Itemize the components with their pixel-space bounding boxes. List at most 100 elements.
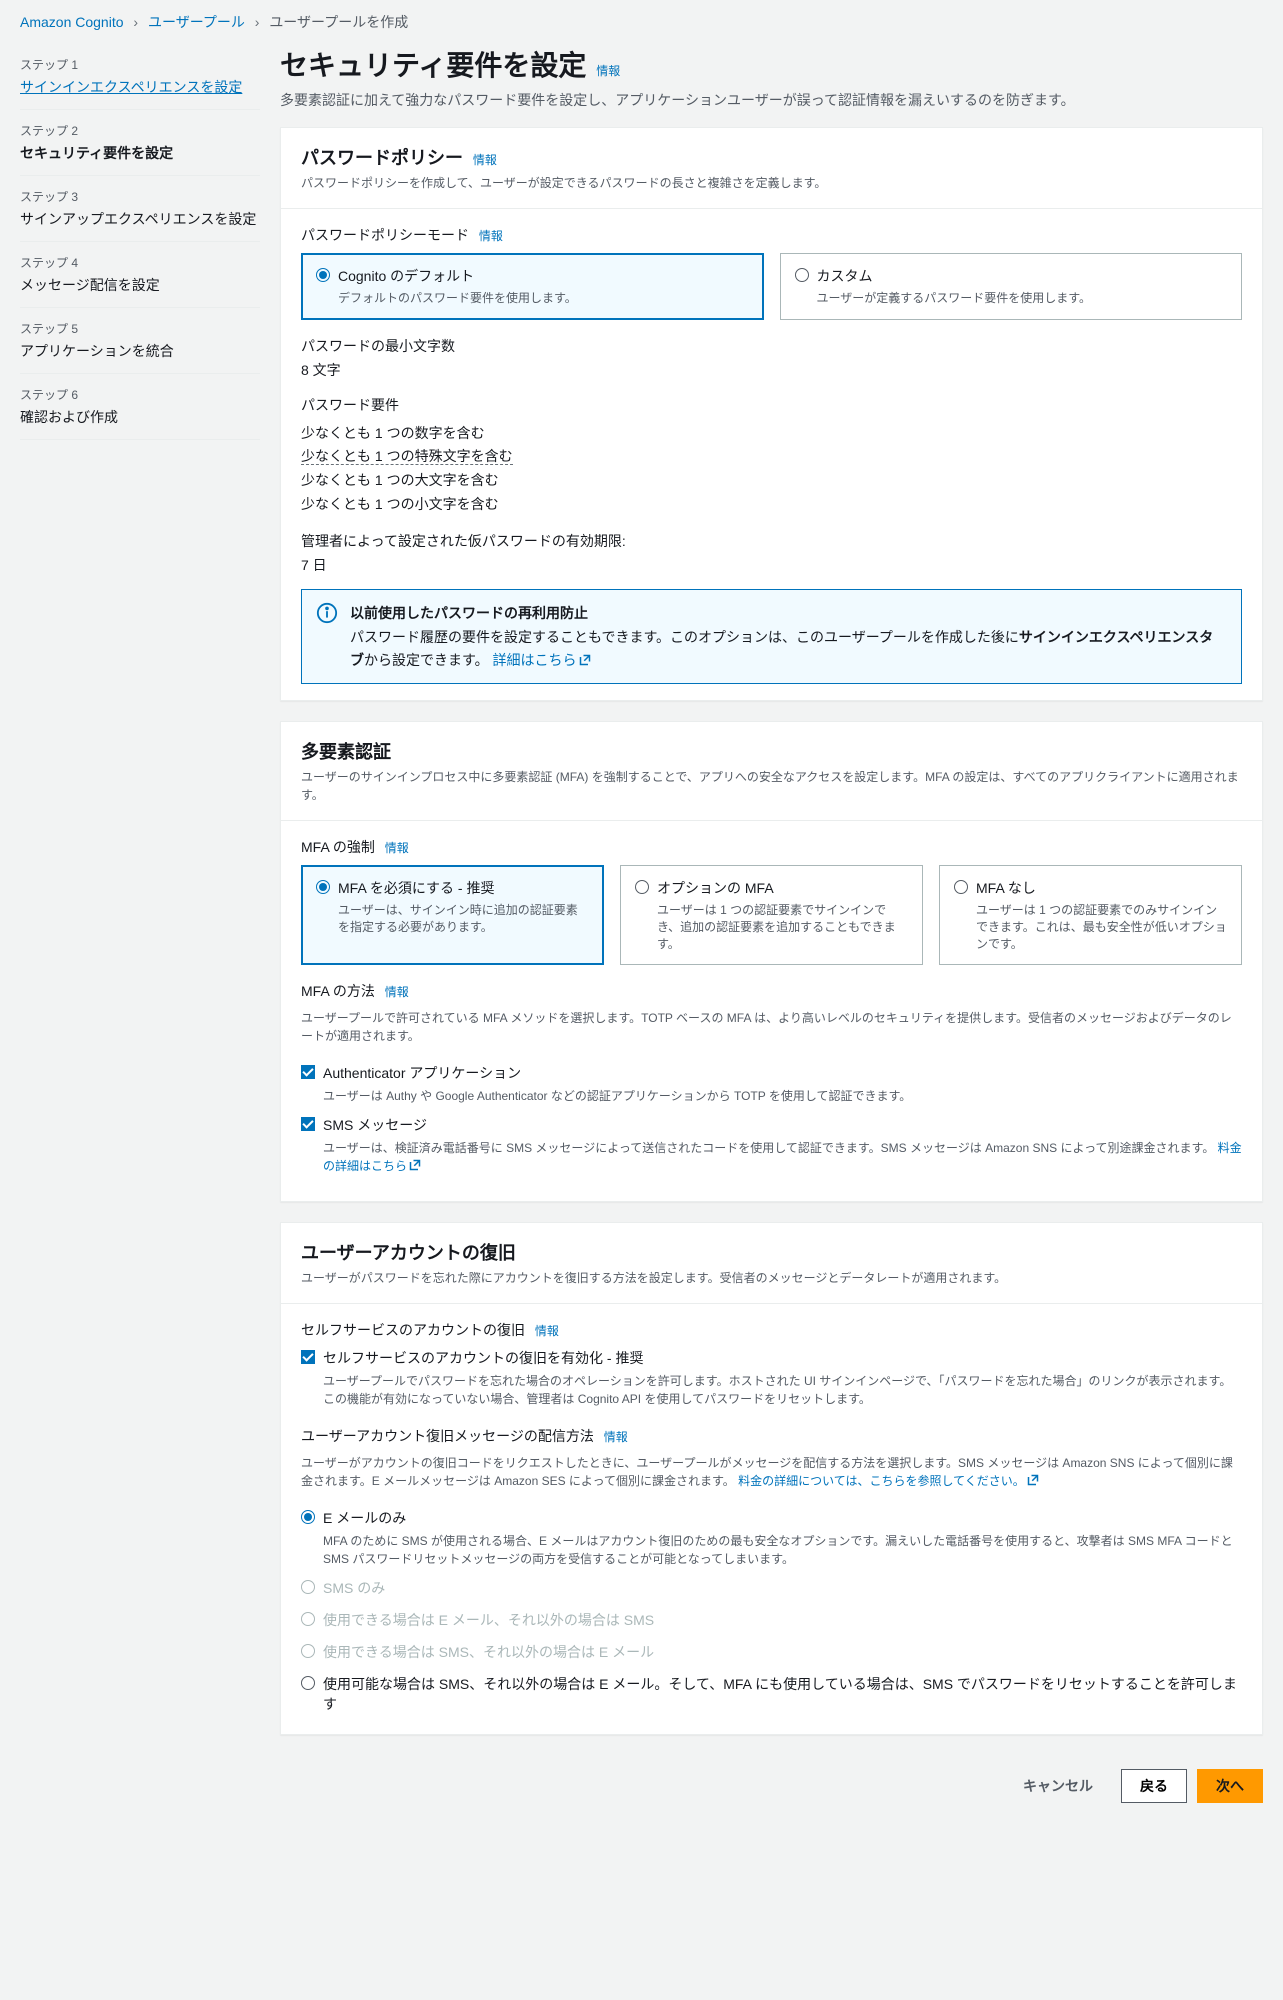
tile-description: ユーザーが定義するパスワード要件を使用します。 — [817, 290, 1228, 307]
page-description: 多要素認証に加えて強力なパスワード要件を設定し、アプリケーションユーザーが誤って… — [280, 90, 1263, 111]
panel-title: パスワードポリシー — [301, 148, 463, 168]
tile-description: ユーザーは、サインイン時に追加の認証要素を指定する必要があります。 — [338, 902, 589, 936]
step-title: セキュリティ要件を設定 — [20, 143, 260, 163]
tile-title: MFA なし — [976, 878, 1036, 898]
sms-checkbox[interactable] — [301, 1117, 315, 1131]
breadcrumb-current: ユーザープールを作成 — [269, 14, 408, 30]
checkbox-description: ユーザーは、検証済み電話番号に SMS メッセージによって送信されたコードを使用… — [323, 1139, 1242, 1175]
radio-label: SMS のみ — [323, 1578, 385, 1598]
min-length-label: パスワードの最小文字数 — [301, 336, 1242, 356]
field-label: パスワードポリシーモード — [301, 227, 469, 243]
field-description: ユーザーがアカウントの復旧コードをリクエストしたときに、ユーザープールがメッセー… — [301, 1454, 1242, 1490]
tile-description: ユーザーは 1 つの認証要素でサインインでき、追加の認証要素を追加することもでき… — [657, 902, 908, 952]
requirement-item: 少なくとも 1 つの数字を含む — [301, 422, 1242, 446]
radio-description: MFA のために SMS が使用される場合、E メールはアカウント復旧のための最… — [323, 1532, 1242, 1568]
min-length-value: 8 文字 — [301, 360, 1242, 380]
info-link[interactable]: 情報 — [596, 64, 620, 78]
step-title: 確認および作成 — [20, 407, 260, 427]
password-policy-panel: パスワードポリシー 情報 パスワードポリシーを作成して、ユーザーが設定できるパス… — [280, 127, 1263, 701]
step-number: ステップ 6 — [20, 386, 260, 403]
wizard-step-2: ステップ 2 セキュリティ要件を設定 — [20, 110, 260, 176]
recovery-sms-then-email-radio — [301, 1644, 315, 1658]
recovery-email-only-radio[interactable] — [301, 1510, 315, 1524]
mfa-optional-tile[interactable]: オプションの MFA ユーザーは 1 つの認証要素でサインインでき、追加の認証要… — [620, 865, 923, 965]
chevron-right-icon: › — [133, 14, 138, 30]
breadcrumb-link-userpools[interactable]: ユーザープール — [148, 14, 245, 30]
info-icon — [316, 602, 338, 624]
next-button[interactable]: 次へ — [1197, 1769, 1263, 1803]
wizard-step-1[interactable]: ステップ 1 サインインエクスペリエンスを設定 — [20, 44, 260, 110]
step-number: ステップ 3 — [20, 188, 260, 205]
recovery-sms-only-radio — [301, 1580, 315, 1594]
requirement-item: 少なくとも 1 つの特殊文字を含む — [301, 445, 1242, 469]
field-description: ユーザープールで許可されている MFA メソッドを選択します。TOTP ベースの… — [301, 1009, 1242, 1045]
mfa-none-tile[interactable]: MFA なし ユーザーは 1 つの認証要素でのみサインインできます。これは、最も… — [939, 865, 1242, 965]
field-label: ユーザーアカウント復旧メッセージの配信方法 — [301, 1428, 594, 1444]
radio-icon — [316, 268, 330, 282]
cancel-button[interactable]: キャンセル — [1005, 1770, 1111, 1802]
field-label: MFA の方法 — [301, 983, 375, 999]
radio-icon — [635, 880, 649, 894]
radio-icon — [954, 880, 968, 894]
radio-icon — [316, 880, 330, 894]
temp-password-value: 7 日 — [301, 555, 1242, 575]
recovery-sms-allow-mfa-radio[interactable] — [301, 1676, 315, 1690]
info-link[interactable]: 情報 — [473, 153, 497, 167]
wizard-step-4[interactable]: ステップ 4 メッセージ配信を設定 — [20, 242, 260, 308]
info-link[interactable]: 情報 — [535, 1324, 559, 1338]
step-title-link[interactable]: サインインエクスペリエンスを設定 — [20, 79, 242, 95]
requirements-label: パスワード要件 — [301, 394, 1242, 418]
tile-description: ユーザーは 1 つの認証要素でのみサインインできます。これは、最も安全性が低いオ… — [976, 902, 1227, 952]
wizard-step-5[interactable]: ステップ 5 アプリケーションを統合 — [20, 308, 260, 374]
page-title: セキュリティ要件を設定 — [280, 50, 586, 81]
back-button[interactable]: 戻る — [1121, 1769, 1187, 1803]
requirement-item: 少なくとも 1 つの小文字を含む — [301, 493, 1242, 517]
external-link-icon — [409, 1158, 421, 1170]
password-mode-custom-tile[interactable]: カスタム ユーザーが定義するパスワード要件を使用します。 — [780, 253, 1243, 320]
step-number: ステップ 4 — [20, 254, 260, 271]
self-service-checkbox[interactable] — [301, 1350, 315, 1364]
wizard-footer: キャンセル 戻る 次へ — [280, 1755, 1263, 1817]
step-title: メッセージ配信を設定 — [20, 275, 260, 295]
recovery-email-then-sms-radio — [301, 1612, 315, 1626]
authenticator-checkbox[interactable] — [301, 1065, 315, 1079]
tile-title: MFA を必須にする - 推奨 — [338, 878, 494, 898]
account-recovery-panel: ユーザーアカウントの復旧 ユーザーがパスワードを忘れた際にアカウントを復旧する方… — [280, 1222, 1263, 1735]
mfa-required-tile[interactable]: MFA を必須にする - 推奨 ユーザーは、サインイン時に追加の認証要素を指定す… — [301, 865, 604, 965]
learn-more-link[interactable]: 詳細はこちら — [493, 652, 591, 668]
field-label: セルフサービスのアカウントの復旧 — [301, 1322, 525, 1338]
radio-icon — [795, 268, 809, 282]
radio-label: 使用可能な場合は SMS、それ以外の場合は E メール。そして、MFA にも使用… — [323, 1674, 1242, 1714]
pricing-link[interactable]: 料金の詳細については、こちらを参照してください。 — [738, 1474, 1039, 1488]
tile-title: オプションの MFA — [657, 878, 774, 898]
field-label: MFA の強制 — [301, 839, 375, 855]
info-link[interactable]: 情報 — [385, 985, 409, 999]
wizard-step-6[interactable]: ステップ 6 確認および作成 — [20, 374, 260, 440]
checkbox-label: セルフサービスのアカウントの復旧を有効化 - 推奨 — [323, 1348, 643, 1368]
checkbox-description: ユーザープールでパスワードを忘れた場合のオペレーションを許可します。ホストされた… — [323, 1372, 1242, 1408]
alert-title: 以前使用したパスワードの再利用防止 — [350, 602, 1227, 624]
panel-description: パスワードポリシーを作成して、ユーザーが設定できるパスワードの長さと複雑さを定義… — [301, 174, 1242, 192]
info-link[interactable]: 情報 — [385, 841, 409, 855]
panel-title: 多要素認証 — [301, 742, 391, 762]
step-title: サインアップエクスペリエンスを設定 — [20, 209, 260, 229]
checkbox-description: ユーザーは Authy や Google Authenticator などの認証… — [323, 1087, 1242, 1105]
info-link[interactable]: 情報 — [479, 229, 503, 243]
mfa-panel: 多要素認証 ユーザーのサインインプロセス中に多要素認証 (MFA) を強制するこ… — [280, 721, 1263, 1202]
requirement-item: 少なくとも 1 つの大文字を含む — [301, 469, 1242, 493]
breadcrumb: Amazon Cognito › ユーザープール › ユーザープールを作成 — [0, 0, 1283, 44]
step-title: アプリケーションを統合 — [20, 341, 260, 361]
radio-label: E メールのみ — [323, 1508, 406, 1528]
info-link[interactable]: 情報 — [604, 1430, 628, 1444]
tile-title: カスタム — [817, 266, 873, 286]
wizard-step-3[interactable]: ステップ 3 サインアップエクスペリエンスを設定 — [20, 176, 260, 242]
step-number: ステップ 1 — [20, 56, 260, 73]
breadcrumb-link-cognito[interactable]: Amazon Cognito — [20, 14, 124, 30]
checkbox-label: Authenticator アプリケーション — [323, 1063, 521, 1083]
chevron-right-icon: › — [255, 14, 260, 30]
external-link-icon — [579, 650, 591, 662]
info-alert: 以前使用したパスワードの再利用防止 パスワード履歴の要件を設定することもできます… — [301, 589, 1242, 684]
password-mode-default-tile[interactable]: Cognito のデフォルト デフォルトのパスワード要件を使用します。 — [301, 253, 764, 320]
tile-description: デフォルトのパスワード要件を使用します。 — [338, 290, 749, 307]
step-number: ステップ 5 — [20, 320, 260, 337]
